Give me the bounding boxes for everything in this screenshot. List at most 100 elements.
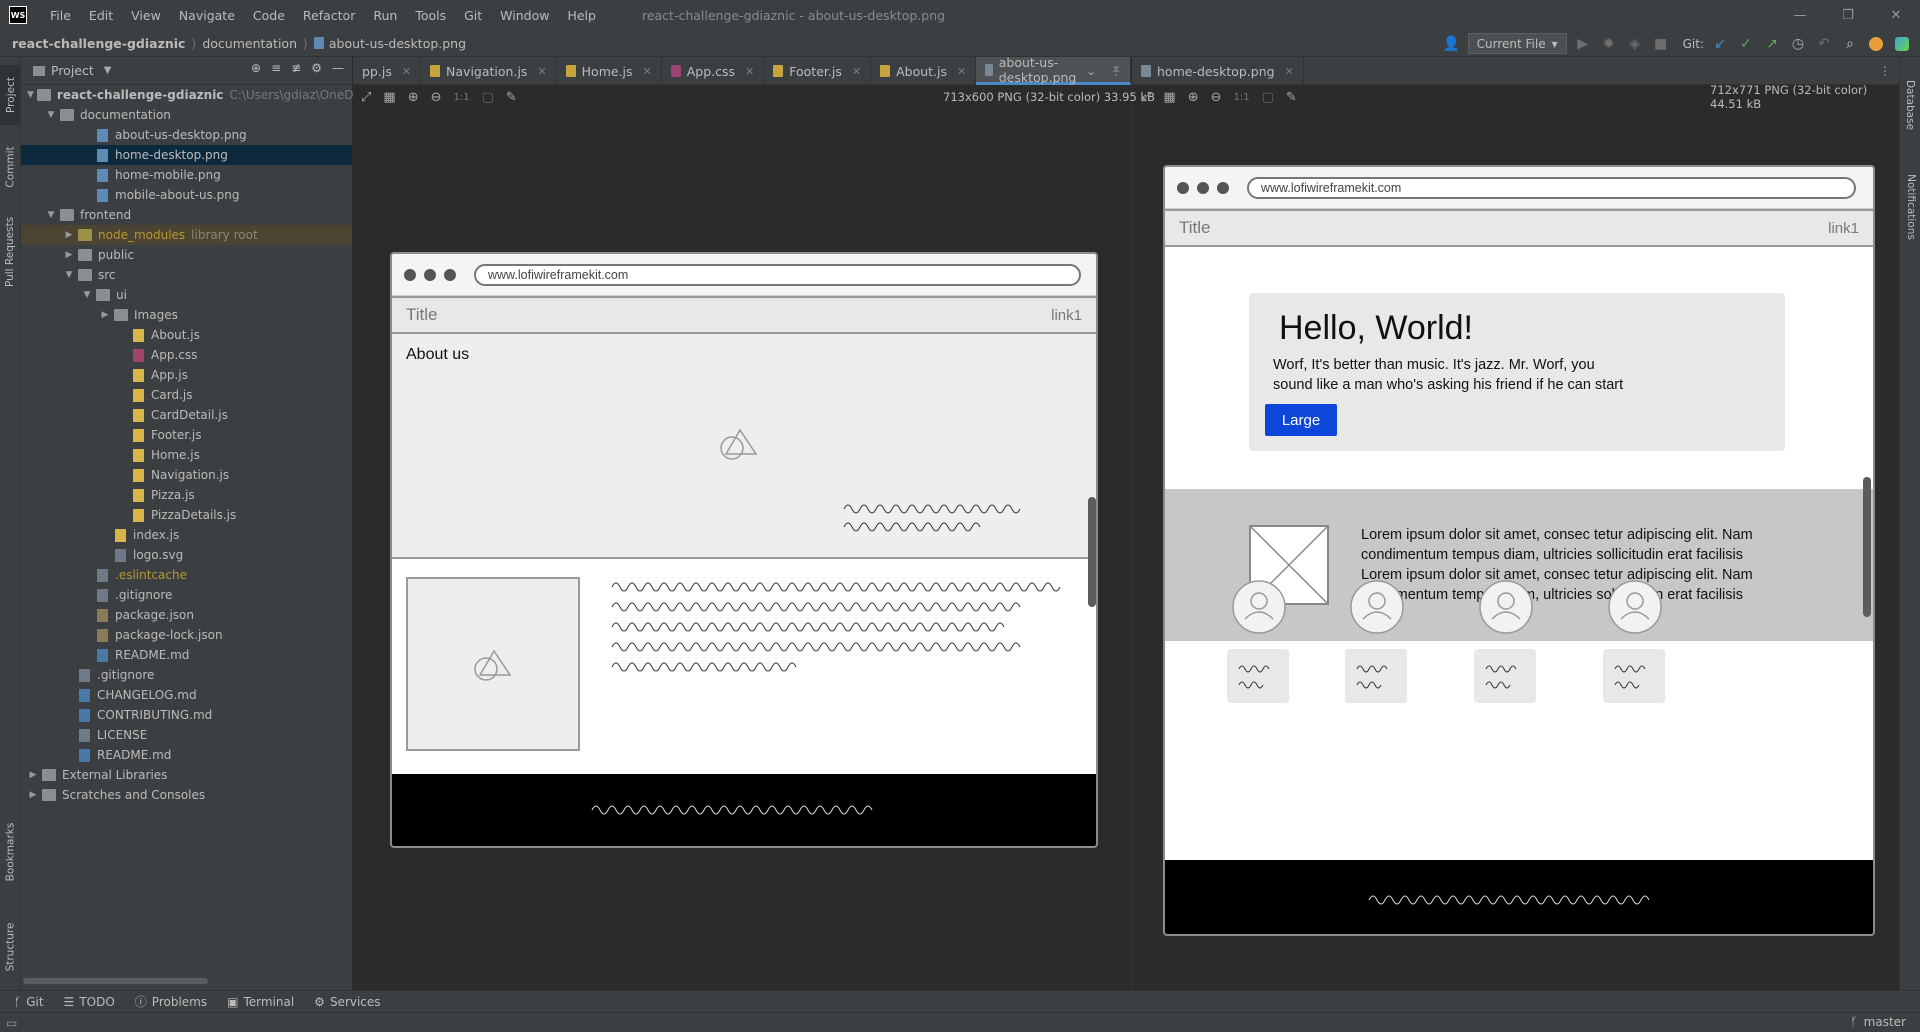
editor-tab[interactable]: Home.js ✕ bbox=[557, 57, 662, 85]
background-icon[interactable]: ▢ bbox=[482, 90, 494, 105]
close-tab-icon[interactable]: ✕ bbox=[537, 65, 546, 78]
grid-icon[interactable]: ▦ bbox=[383, 90, 395, 105]
tree-item[interactable]: .eslintcache bbox=[21, 565, 352, 585]
bookmarks-tool-tab[interactable]: Bookmarks bbox=[0, 812, 21, 892]
rollback-icon[interactable]: ↶ bbox=[1814, 34, 1834, 54]
chevron-down-icon[interactable]: ▼ bbox=[45, 210, 57, 220]
tree-item[interactable]: Footer.js bbox=[21, 425, 352, 445]
close-window-icon[interactable]: ✕ bbox=[1872, 0, 1920, 30]
toggle-tool-windows-icon[interactable]: ▭ bbox=[6, 1016, 17, 1030]
git-branch-widget[interactable]: ᚶ master bbox=[1850, 1015, 1906, 1029]
tree-item[interactable]: PizzaDetails.js bbox=[21, 505, 352, 525]
menu-code[interactable]: Code bbox=[244, 8, 294, 23]
menu-refactor[interactable]: Refactor bbox=[294, 8, 364, 23]
expand-all-icon[interactable]: ≡ bbox=[271, 61, 281, 75]
restore-icon[interactable]: ❐ bbox=[1824, 0, 1872, 30]
tree-item[interactable]: mobile-about-us.png bbox=[21, 185, 352, 205]
locate-icon[interactable]: ⊕ bbox=[251, 61, 261, 75]
tree-item[interactable]: ▶ public bbox=[21, 245, 352, 265]
close-tab-icon[interactable]: ✕ bbox=[957, 65, 966, 78]
horizontal-scrollbar[interactable] bbox=[23, 978, 208, 984]
menu-view[interactable]: View bbox=[122, 8, 170, 23]
run-config-select[interactable]: Current File ▾ bbox=[1467, 33, 1567, 54]
pull-requests-tool-tab[interactable]: Pull Requests bbox=[0, 207, 21, 297]
grid-icon[interactable]: ▦ bbox=[1163, 90, 1175, 105]
editor-tab[interactable]: App.css ✕ bbox=[662, 57, 765, 85]
tree-item[interactable]: .gitignore bbox=[21, 665, 352, 685]
fit-zoom-icon[interactable]: ⤢ bbox=[361, 90, 371, 105]
editor-tab[interactable]: Navigation.js ✕ bbox=[421, 57, 557, 85]
tree-item[interactable]: ▶ Scratches and Consoles bbox=[21, 785, 352, 805]
more-icon[interactable]: ⋮ bbox=[1110, 64, 1122, 78]
zoom-in-icon[interactable]: ⊕ bbox=[408, 90, 419, 105]
gear-icon[interactable]: ⚙ bbox=[311, 61, 322, 75]
minimize-icon[interactable]: — bbox=[1776, 0, 1824, 30]
history-icon[interactable]: ◷ bbox=[1788, 34, 1808, 54]
tree-item[interactable]: home-mobile.png bbox=[21, 165, 352, 185]
chevron-down-icon[interactable]: ▼ bbox=[104, 65, 112, 76]
actual-size-icon[interactable]: 1:1 bbox=[1234, 92, 1250, 103]
tree-item[interactable]: About.js bbox=[21, 325, 352, 345]
tree-item[interactable]: ▼ ui bbox=[21, 285, 352, 305]
git-tool-button[interactable]: ᚶ Git bbox=[14, 995, 44, 1009]
more-icon[interactable]: ⋮ bbox=[1879, 64, 1891, 78]
chevron-right-icon[interactable]: ▶ bbox=[99, 310, 111, 320]
debug-icon[interactable]: ✹ bbox=[1599, 34, 1619, 54]
jetbrains-icon[interactable] bbox=[1892, 34, 1912, 54]
menu-help[interactable]: Help bbox=[558, 8, 605, 23]
tree-item[interactable]: ▶ External Libraries bbox=[21, 765, 352, 785]
editor-tab[interactable]: About.js ✕ bbox=[871, 57, 977, 85]
todo-tool-button[interactable]: ☰ TODO bbox=[64, 995, 115, 1009]
tree-item[interactable]: CONTRIBUTING.md bbox=[21, 705, 352, 725]
tree-item[interactable]: ▶ node_modules library root bbox=[21, 225, 352, 245]
menu-run[interactable]: Run bbox=[364, 8, 406, 23]
tree-item[interactable]: about-us-desktop.png bbox=[21, 125, 352, 145]
tree-item[interactable]: ▶ Images bbox=[21, 305, 352, 325]
vertical-scrollbar[interactable] bbox=[1863, 477, 1871, 617]
fit-zoom-icon[interactable]: ⤢ bbox=[1141, 90, 1151, 105]
tree-item[interactable]: ▼ documentation bbox=[21, 105, 352, 125]
chevron-down-icon[interactable]: ▼ bbox=[27, 90, 34, 100]
close-tab-icon[interactable]: ✕ bbox=[1285, 65, 1294, 78]
tree-item[interactable]: Card.js bbox=[21, 385, 352, 405]
background-icon[interactable]: ▢ bbox=[1262, 90, 1274, 105]
tree-item[interactable]: logo.svg bbox=[21, 545, 352, 565]
chevron-down-icon[interactable]: ▼ bbox=[45, 110, 57, 120]
color-picker-icon[interactable]: ✎ bbox=[506, 90, 517, 105]
tree-item[interactable]: .gitignore bbox=[21, 585, 352, 605]
tree-item[interactable]: index.js bbox=[21, 525, 352, 545]
editor-tab[interactable]: pp.js ✕ bbox=[353, 57, 422, 85]
tree-item[interactable]: package.json bbox=[21, 605, 352, 625]
zoom-out-icon[interactable]: ⊖ bbox=[431, 90, 442, 105]
tree-item[interactable]: package-lock.json bbox=[21, 625, 352, 645]
chevron-right-icon[interactable]: ▶ bbox=[27, 770, 39, 780]
collapse-all-icon[interactable]: ≢ bbox=[291, 61, 301, 75]
user-icon[interactable]: 👤 bbox=[1442, 34, 1462, 54]
chevron-right-icon[interactable]: ▶ bbox=[63, 250, 75, 260]
tab-list-icon[interactable]: ⌄ bbox=[1086, 64, 1096, 78]
chevron-down-icon[interactable]: ▼ bbox=[63, 270, 75, 280]
tree-item[interactable]: home-desktop.png bbox=[21, 145, 352, 165]
menu-window[interactable]: Window bbox=[491, 8, 558, 23]
breadcrumb-file[interactable]: about-us-desktop.png bbox=[329, 36, 466, 51]
split-divider[interactable] bbox=[1131, 85, 1132, 990]
color-picker-icon[interactable]: ✎ bbox=[1286, 90, 1297, 105]
close-tab-icon[interactable]: ✕ bbox=[402, 65, 411, 78]
close-tab-icon[interactable]: ✕ bbox=[852, 65, 861, 78]
coverage-icon[interactable]: ◈ bbox=[1625, 34, 1645, 54]
tree-item[interactable]: Navigation.js bbox=[21, 465, 352, 485]
tree-item[interactable]: ▼ src bbox=[21, 265, 352, 285]
menu-git[interactable]: Git bbox=[455, 8, 491, 23]
breadcrumb-project[interactable]: react-challenge-gdiaznic bbox=[12, 36, 185, 51]
editor-tab[interactable]: Footer.js ✕ bbox=[764, 57, 872, 85]
actual-size-icon[interactable]: 1:1 bbox=[454, 92, 470, 103]
breadcrumb-folder[interactable]: documentation bbox=[202, 36, 297, 51]
tree-item[interactable]: CardDetail.js bbox=[21, 405, 352, 425]
search-icon[interactable]: ⌕ bbox=[1840, 34, 1860, 54]
tree-item[interactable]: Pizza.js bbox=[21, 485, 352, 505]
tree-item[interactable]: App.js bbox=[21, 365, 352, 385]
chevron-down-icon[interactable]: ▼ bbox=[81, 290, 93, 300]
tree-item[interactable]: App.css bbox=[21, 345, 352, 365]
structure-tool-tab[interactable]: Structure bbox=[0, 907, 21, 987]
project-panel-title[interactable]: Project bbox=[51, 63, 94, 78]
